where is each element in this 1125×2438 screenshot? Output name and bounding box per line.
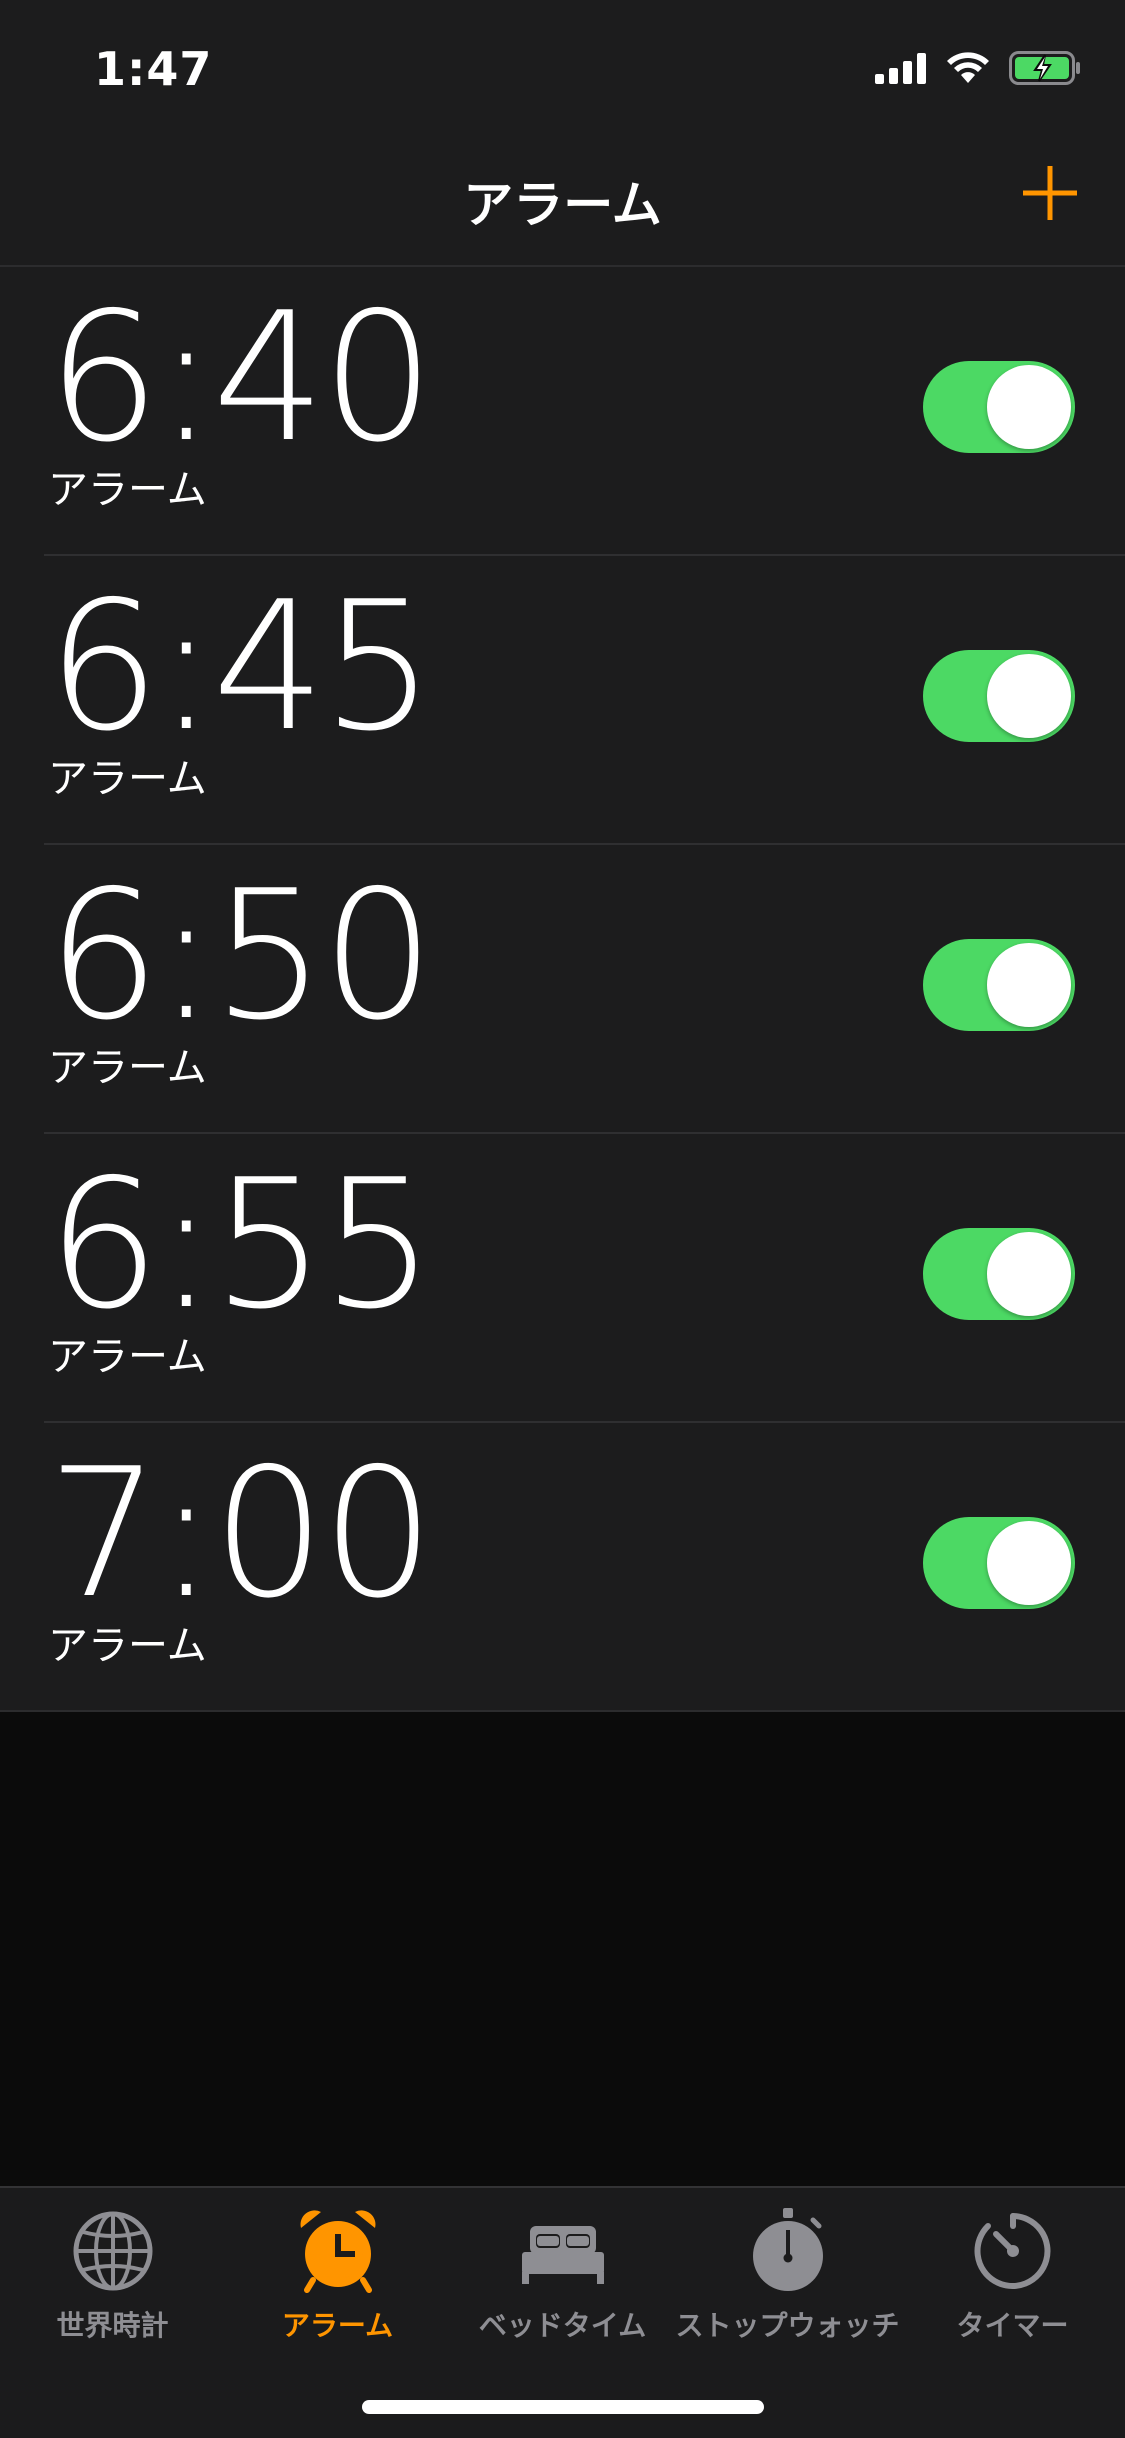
timer-icon [974,2213,1050,2289]
wifi-icon [947,52,989,83]
alarm-row[interactable]: 6:45 アラーム [44,554,1125,843]
alarm-toggle[interactable] [923,1517,1075,1609]
alarm-time: 7:00 [47,1430,435,1637]
alarm-toggle[interactable] [923,939,1075,1031]
header: 1:47 アラーム [0,0,1125,267]
toggle-knob [987,1232,1071,1316]
tab-world-clock[interactable]: 世界時計 [0,2206,225,2344]
bed-icon [521,2226,604,2284]
alarm-time: 6:45 [47,563,435,770]
add-alarm-button[interactable] [1020,163,1080,223]
alarm-time: 6:40 [47,274,435,481]
stopwatch-icon [752,2208,823,2291]
alarm-toggle[interactable] [923,361,1075,453]
toggle-knob [987,943,1071,1027]
tab-label: ベッドタイム [478,2309,647,2342]
toggle-knob [987,365,1071,449]
alarm-clock-icon [300,2210,375,2293]
toggle-knob [987,654,1071,738]
tab-label: アラーム [281,2309,394,2342]
alarm-label: アラーム [48,1623,207,1669]
alarm-label: アラーム [48,1045,207,1091]
alarm-time: 6:55 [47,1141,435,1348]
alarm-row[interactable]: 6:50 アラーム [44,843,1125,1132]
tab-label: タイマー [956,2309,1069,2342]
page-title: アラーム [463,176,662,234]
tab-bedtime[interactable]: ベッドタイム [450,2206,675,2344]
tab-timer[interactable]: タイマー [900,2206,1125,2344]
tab-label: 世界時計 [56,2309,169,2342]
status-icons [875,48,1081,88]
tab-alarm[interactable]: アラーム [225,2206,450,2344]
alarm-label: アラーム [48,467,207,513]
alarm-label: アラーム [48,1334,207,1380]
alarm-toggle[interactable] [923,1228,1075,1320]
globe-icon [73,2211,152,2291]
tab-stopwatch[interactable]: ストップウォッチ [675,2206,900,2344]
alarm-toggle[interactable] [923,650,1075,742]
alarm-row[interactable]: 6:55 アラーム [44,1132,1125,1421]
alarm-list: 6:40 アラーム 6:45 アラーム 6:50 アラーム 6:55 アラーム … [0,267,1125,1712]
toggle-knob [987,1521,1071,1605]
status-time: 1:47 [94,42,213,96]
alarm-row[interactable]: 6:40 アラーム [44,267,1125,554]
battery-charging-icon [1009,51,1080,85]
alarm-label: アラーム [48,756,207,802]
tab-label: ストップウォッチ [675,2309,900,2342]
home-indicator [362,2400,764,2414]
alarm-row[interactable]: 7:00 アラーム [44,1421,1125,1710]
plus-icon [1023,166,1077,220]
cellular-signal-icon [875,53,926,84]
alarm-time: 6:50 [47,852,435,1059]
